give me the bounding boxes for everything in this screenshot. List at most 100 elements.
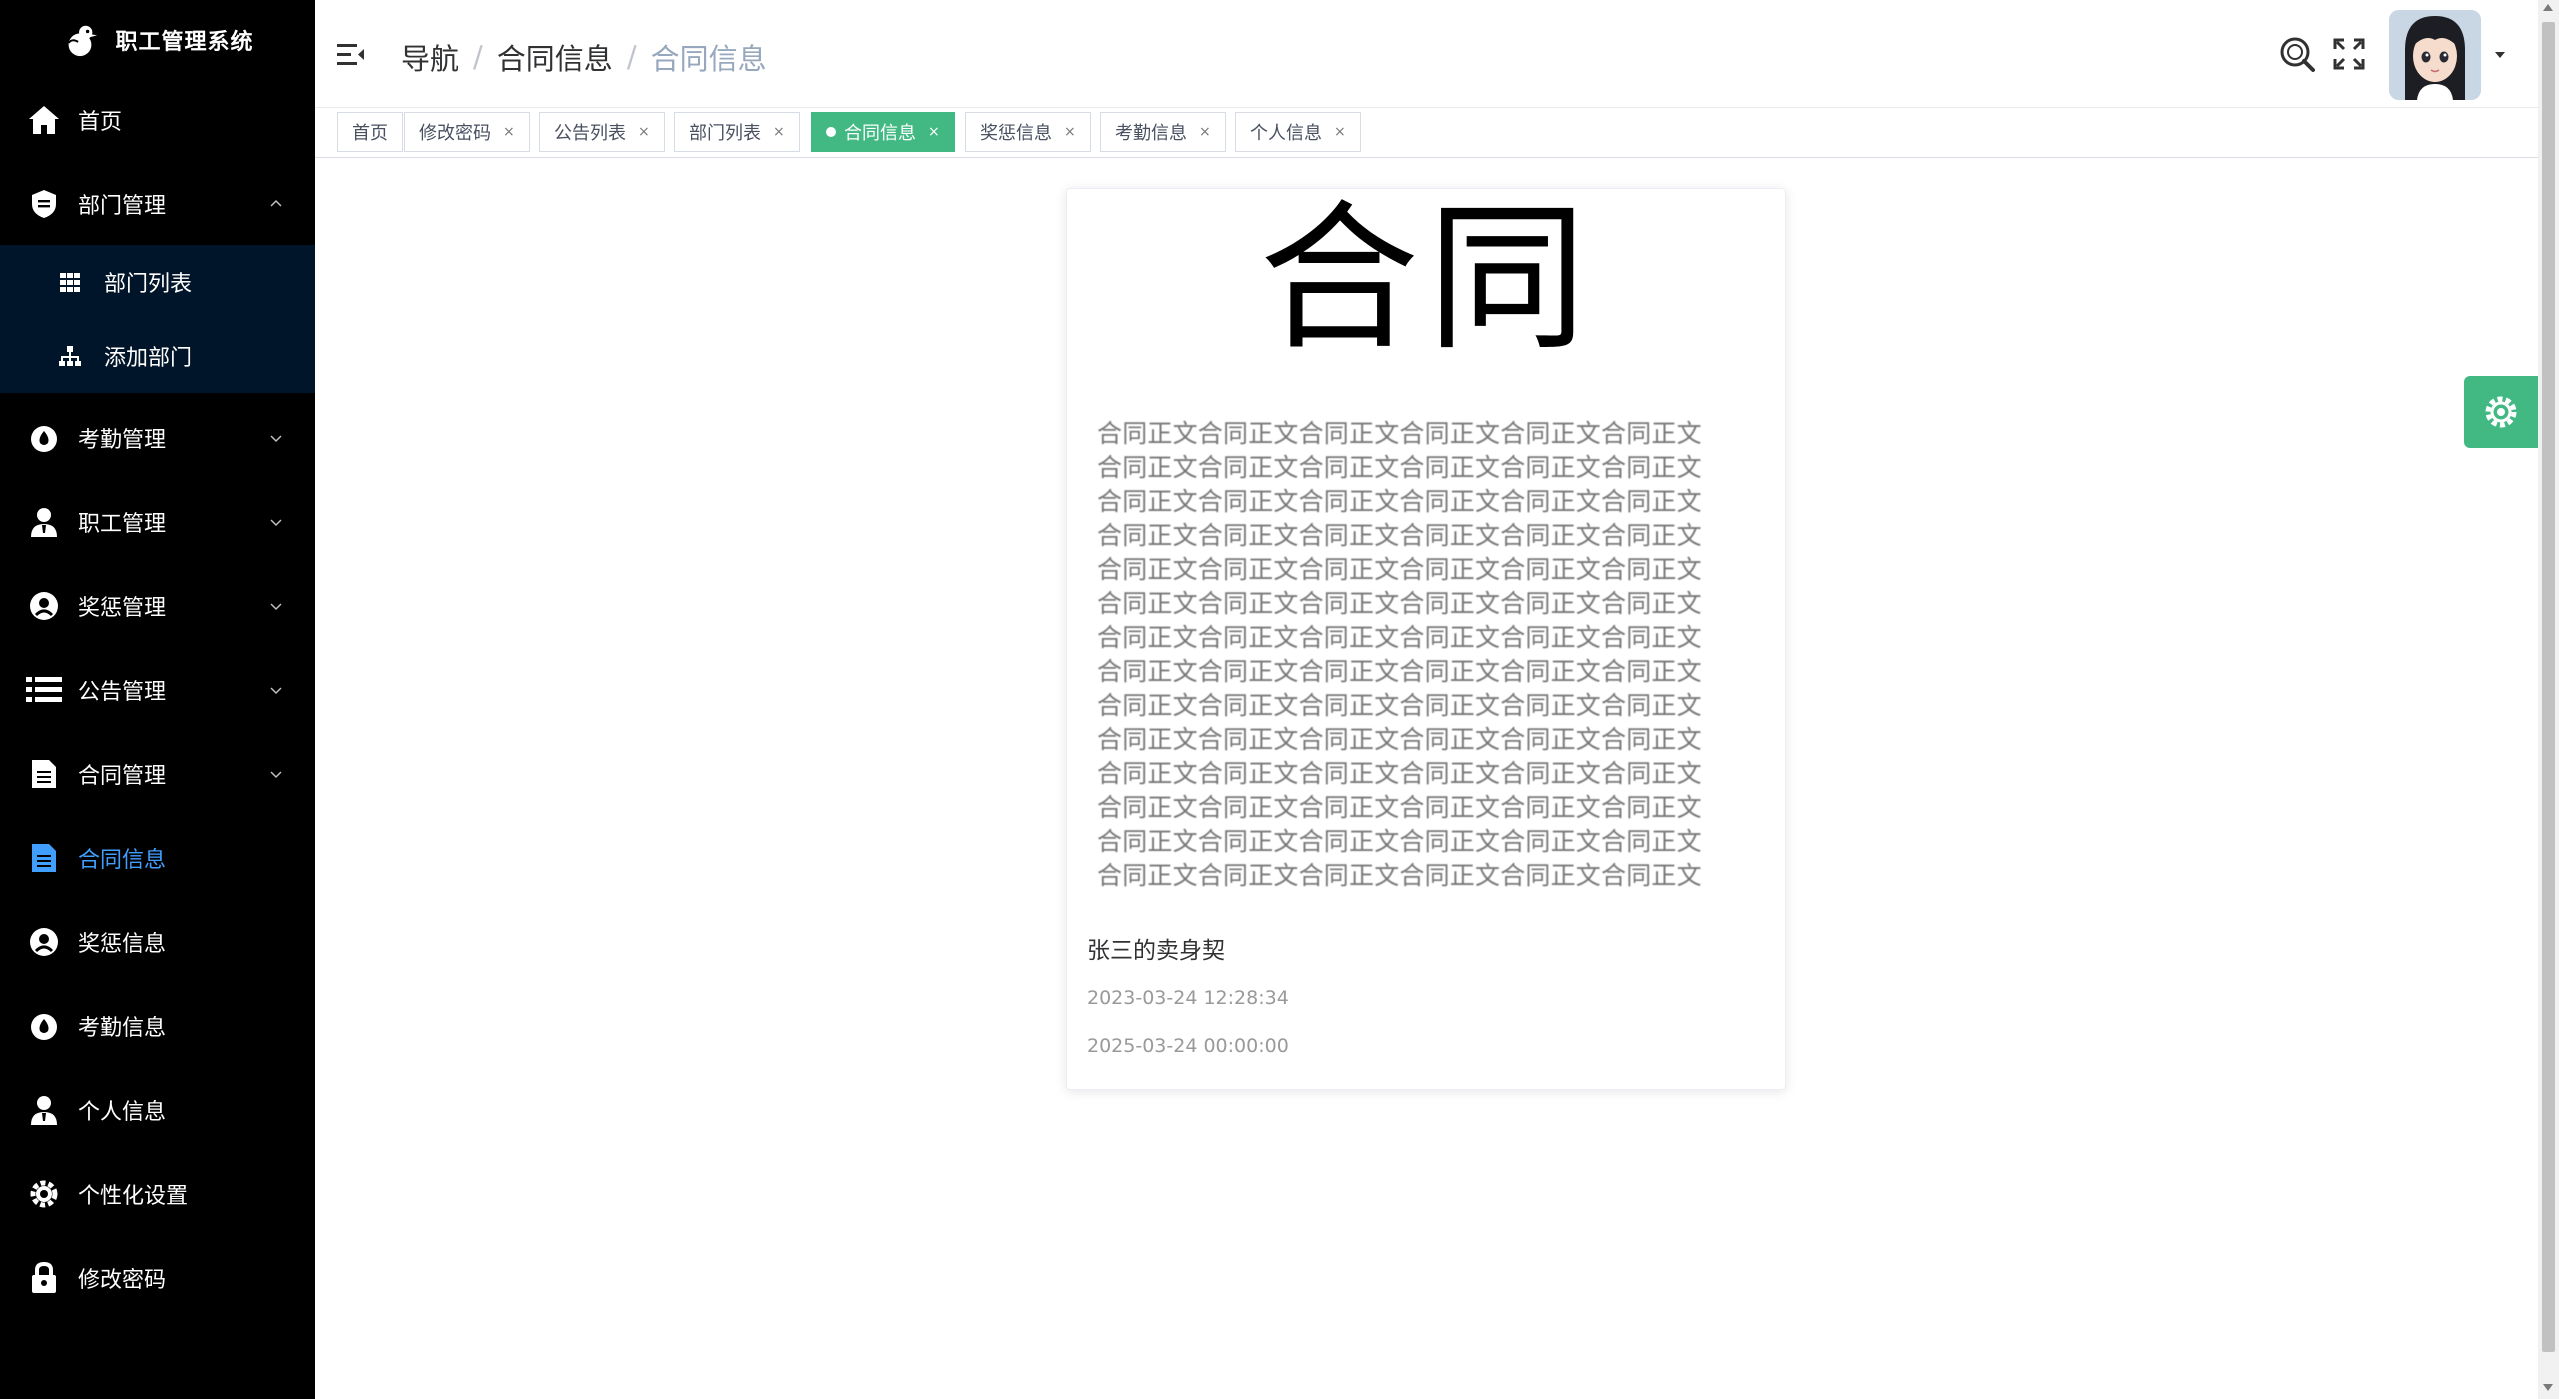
contract-body-line: 合同正文合同正文合同正文合同正文合同正文合同正文 xyxy=(1097,861,1702,890)
contract-body-line: 合同正文合同正文合同正文合同正文合同正文合同正文 xyxy=(1097,487,1702,516)
breadcrumb-separator: / xyxy=(473,40,483,74)
sidebar-item-label: 奖惩管理 xyxy=(78,596,167,621)
sidebar: 职工管理系统 首页 部门管理 部门列表 添加部门 考勤管理 职工管理 奖惩管理 … xyxy=(0,0,315,1399)
tag-home[interactable]: 首页 xyxy=(337,112,403,152)
contract-title: 张三的卖身契 xyxy=(1087,938,1225,964)
sidebar-item-attendance-info[interactable]: 考勤信息 xyxy=(0,984,315,1068)
sidebar-item-label: 合同管理 xyxy=(78,764,167,789)
sidebar-logo[interactable]: 职工管理系统 xyxy=(0,0,315,80)
sidebar-item-change-password[interactable]: 修改密码 xyxy=(0,1236,315,1320)
sidebar-item-contract-info[interactable]: 合同信息 xyxy=(0,816,315,900)
award-icon xyxy=(26,924,62,960)
award-icon xyxy=(26,588,62,624)
sidebar-item-label: 首页 xyxy=(78,110,123,135)
tree-icon xyxy=(59,346,81,366)
duck-logo-icon xyxy=(68,25,98,57)
breadcrumb: 导航 / 合同信息 / 合同信息 xyxy=(401,36,767,78)
tag-label: 奖惩信息 xyxy=(980,123,1052,144)
tag-label: 修改密码 xyxy=(419,123,491,144)
search-icon[interactable] xyxy=(2277,34,2317,74)
scroll-down-arrow-icon[interactable] xyxy=(2543,1384,2553,1391)
app-title: 职工管理系统 xyxy=(115,30,254,55)
contract-body-line: 合同正文合同正文合同正文合同正文合同正文合同正文 xyxy=(1097,759,1702,788)
menu-fold-icon[interactable] xyxy=(337,42,365,68)
tag-reward-info[interactable]: 奖惩信息 × xyxy=(965,112,1091,152)
sidebar-item-label: 考勤信息 xyxy=(78,1016,167,1041)
sidebar-item-personal-info[interactable]: 个人信息 xyxy=(0,1068,315,1152)
contract-card[interactable]: 合同 合同正文合同正文合同正文合同正文合同正文合同正文 合同正文合同正文合同正文… xyxy=(1066,188,1786,1090)
scroll-up-arrow-icon[interactable] xyxy=(2543,4,2553,11)
contract-body-line: 合同正文合同正文合同正文合同正文合同正文合同正文 xyxy=(1097,793,1702,822)
contract-body-line: 合同正文合同正文合同正文合同正文合同正文合同正文 xyxy=(1097,725,1702,754)
tag-label: 公告列表 xyxy=(554,123,626,144)
sidebar-item-employee-management[interactable]: 职工管理 xyxy=(0,480,315,564)
close-icon[interactable]: × xyxy=(928,124,940,140)
breadcrumb-item-nav[interactable]: 导航 xyxy=(401,36,459,78)
sidebar-item-label: 个人信息 xyxy=(78,1100,167,1125)
contract-image: 合同 合同正文合同正文合同正文合同正文合同正文合同正文 合同正文合同正文合同正文… xyxy=(1067,189,1785,903)
gear-icon xyxy=(26,1176,62,1212)
contract-body-line: 合同正文合同正文合同正文合同正文合同正文合同正文 xyxy=(1097,623,1702,652)
contract-body-line: 合同正文合同正文合同正文合同正文合同正文合同正文 xyxy=(1097,691,1702,720)
fullscreen-icon[interactable] xyxy=(2333,38,2365,70)
sidebar-item-department-management[interactable]: 部门管理 xyxy=(0,162,315,246)
sidebar-item-label: 部门管理 xyxy=(78,194,167,219)
tags-view-bar: 首页 修改密码 × 公告列表 × 部门列表 × 合同信息 × 奖惩信息 × 考勤… xyxy=(315,108,2538,158)
tag-label: 个人信息 xyxy=(1250,123,1322,144)
user-avatar[interactable] xyxy=(2389,10,2481,100)
sidebar-item-attendance-management[interactable]: 考勤管理 xyxy=(0,396,315,480)
contract-image-heading: 合同 xyxy=(1258,189,1595,372)
main-content: 合同 合同正文合同正文合同正文合同正文合同正文合同正文 合同正文合同正文合同正文… xyxy=(315,158,2538,1399)
tag-attendance-info[interactable]: 考勤信息 × xyxy=(1100,112,1226,152)
close-icon[interactable]: × xyxy=(1334,124,1346,140)
sidebar-item-personalization[interactable]: 个性化设置 xyxy=(0,1152,315,1236)
tag-personal-info[interactable]: 个人信息 × xyxy=(1235,112,1361,152)
chevron-down-icon xyxy=(270,519,282,527)
chevron-down-icon xyxy=(270,687,282,695)
chevron-down-icon xyxy=(270,771,282,779)
vertical-scrollbar[interactable] xyxy=(2538,0,2559,1399)
contract-body-line: 合同正文合同正文合同正文合同正文合同正文合同正文 xyxy=(1097,589,1702,618)
contract-card-body: 张三的卖身契 2023-03-24 12:28:34 2025-03-24 00… xyxy=(1067,903,1785,1089)
sidebar-item-contract-management[interactable]: 合同管理 xyxy=(0,732,315,816)
sidebar-item-label: 个性化设置 xyxy=(78,1184,189,1209)
sidebar-subitem-add-department[interactable]: 添加部门 xyxy=(0,319,315,393)
close-icon[interactable]: × xyxy=(1199,124,1211,140)
sidebar-item-home[interactable]: 首页 xyxy=(0,78,315,162)
sidebar-item-label: 考勤管理 xyxy=(78,428,167,453)
tag-change-password[interactable]: 修改密码 × xyxy=(404,112,530,152)
department-icon xyxy=(26,186,62,222)
close-icon[interactable]: × xyxy=(1064,124,1076,140)
scrollbar-thumb[interactable] xyxy=(2542,22,2555,1352)
contract-body-line: 合同正文合同正文合同正文合同正文合同正文合同正文 xyxy=(1097,827,1702,856)
tag-department-list[interactable]: 部门列表 × xyxy=(674,112,800,152)
sidebar-subitem-label: 部门列表 xyxy=(104,272,193,297)
tag-notice-list[interactable]: 公告列表 × xyxy=(539,112,665,152)
tag-contract-info[interactable]: 合同信息 × xyxy=(811,112,955,152)
sidebar-item-label: 职工管理 xyxy=(78,512,167,537)
sidebar-submenu-department: 部门列表 添加部门 xyxy=(0,245,315,393)
close-icon[interactable]: × xyxy=(773,124,785,140)
chevron-up-icon xyxy=(270,199,282,207)
close-icon[interactable]: × xyxy=(638,124,650,140)
active-dot-icon xyxy=(826,127,836,137)
tag-label: 合同信息 xyxy=(844,123,916,144)
drop-icon xyxy=(26,1008,62,1044)
sidebar-subitem-label: 添加部门 xyxy=(104,346,193,371)
document-icon xyxy=(26,756,62,792)
close-icon[interactable]: × xyxy=(503,124,515,140)
sidebar-subitem-department-list[interactable]: 部门列表 xyxy=(0,245,315,319)
sidebar-item-reward-info[interactable]: 奖惩信息 xyxy=(0,900,315,984)
contract-body-line: 合同正文合同正文合同正文合同正文合同正文合同正文 xyxy=(1097,555,1702,584)
caret-down-icon[interactable] xyxy=(2493,50,2507,60)
settings-drawer-button[interactable] xyxy=(2464,376,2538,448)
sidebar-item-notice-management[interactable]: 公告管理 xyxy=(0,648,315,732)
contract-end-date: 2025-03-24 00:00:00 xyxy=(1087,1035,1289,1057)
sidebar-item-reward-management[interactable]: 奖惩管理 xyxy=(0,564,315,648)
breadcrumb-item-current: 合同信息 xyxy=(650,42,767,76)
gear-icon xyxy=(2485,396,2517,428)
app-root: 职工管理系统 首页 部门管理 部门列表 添加部门 考勤管理 职工管理 奖惩管理 … xyxy=(0,0,2559,1399)
breadcrumb-item-contract[interactable]: 合同信息 xyxy=(497,36,613,78)
sidebar-item-label: 修改密码 xyxy=(78,1268,167,1293)
chevron-down-icon xyxy=(270,435,282,443)
